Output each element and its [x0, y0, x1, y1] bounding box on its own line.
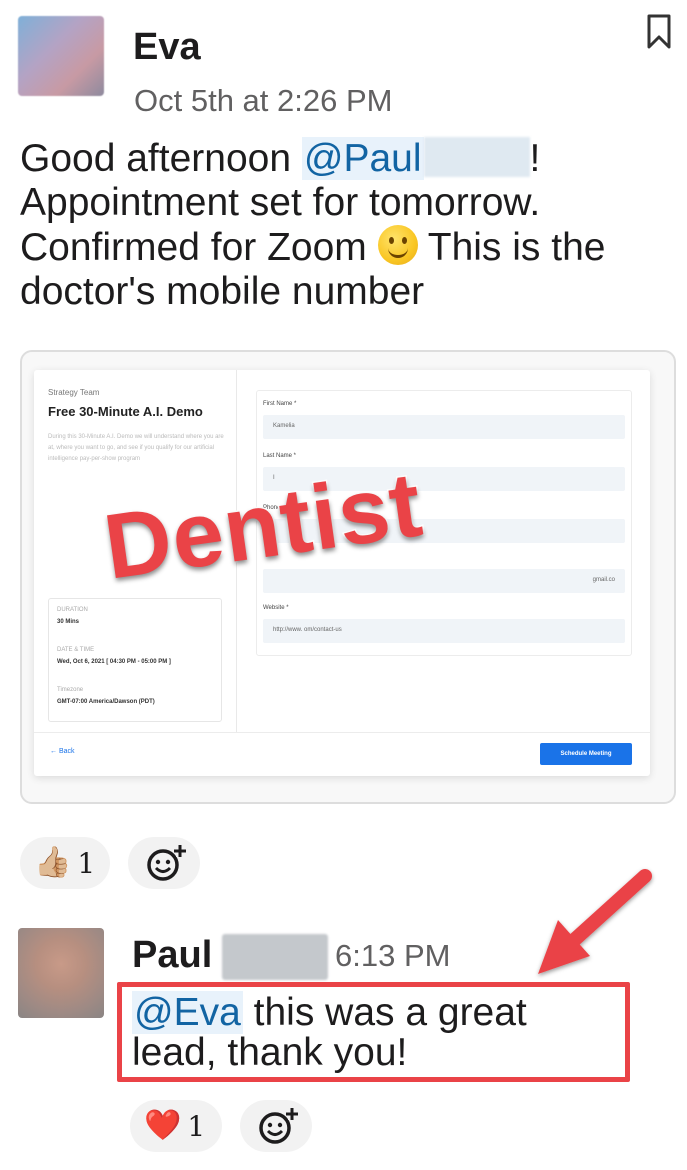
mention-eva[interactable]: @Eva [132, 991, 243, 1034]
reaction-count: 1 [187, 1109, 206, 1143]
timezone-value: GMT-07:00 America/Dawson (PDT) [57, 699, 155, 705]
add-reaction-button[interactable] [240, 1100, 312, 1152]
author-name[interactable]: Eva [133, 26, 201, 69]
first-name-label: First Name * [263, 401, 297, 407]
last-name-label: Last Name * [263, 453, 297, 459]
message-text-part: ! [529, 137, 541, 180]
avatar[interactable] [18, 928, 104, 1018]
message-text: @Eva this was a great lead, thank you! [132, 991, 622, 1073]
datetime-label: DATE & TIME [57, 647, 95, 653]
message-text: Good afternoon @Paul! Appointment set fo… [20, 137, 680, 314]
timezone-label: Timezone [57, 687, 84, 693]
avatar[interactable] [18, 16, 104, 96]
image-attachment[interactable]: Strategy Team Free 30-Minute A.I. Demo D… [20, 350, 676, 804]
redacted-name [222, 934, 328, 980]
reaction-heart[interactable]: ❤️ 1 [130, 1100, 222, 1152]
schedule-meeting-button: Schedule Meeting [540, 743, 632, 765]
first-name-field: Kamelia [263, 415, 625, 439]
mention-paul[interactable]: @Paul [301, 137, 424, 180]
message-text-part: Good afternoon [20, 137, 302, 180]
smiling-face-icon [377, 225, 418, 265]
heart-icon: ❤️ [144, 1109, 182, 1142]
annotation-arrow [538, 869, 652, 974]
author-name[interactable]: Paul [132, 934, 212, 977]
duration-label: DURATION [57, 607, 88, 613]
event-title: Free 30-Minute A.I. Demo [48, 404, 203, 419]
event-description: During this 30-Minute A.I. Demo we will … [48, 434, 224, 462]
add-reaction-icon [259, 1108, 298, 1144]
back-link: ← Back [50, 748, 75, 755]
message-timestamp[interactable]: Oct 5th at 2:26 PM [134, 83, 392, 119]
team-name: Strategy Team [48, 388, 100, 397]
website-label: Website * [263, 605, 289, 611]
reaction-count: 1 [77, 846, 96, 880]
redacted-name [423, 137, 530, 177]
duration-value: 30 Mins [57, 619, 80, 625]
form-footer: ← Back Schedule Meeting [34, 732, 650, 776]
thumbs-up-icon: 👍🏼 [34, 846, 72, 879]
add-reaction-icon [147, 845, 186, 881]
bookmark-icon[interactable] [646, 14, 672, 50]
message-timestamp[interactable]: 6:13 PM [335, 938, 450, 974]
website-field: http://www. om/contact-us [263, 619, 625, 643]
email-field: gmail.co [263, 569, 625, 593]
datetime-value: Wed, Oct 6, 2021 [ 04:30 PM - 05:00 PM ] [57, 659, 171, 665]
reaction-thumbs-up[interactable]: 👍🏼 1 [20, 837, 110, 889]
add-reaction-button[interactable] [128, 837, 200, 889]
event-details: DURATION 30 Mins DATE & TIME Wed, Oct 6,… [48, 598, 222, 722]
